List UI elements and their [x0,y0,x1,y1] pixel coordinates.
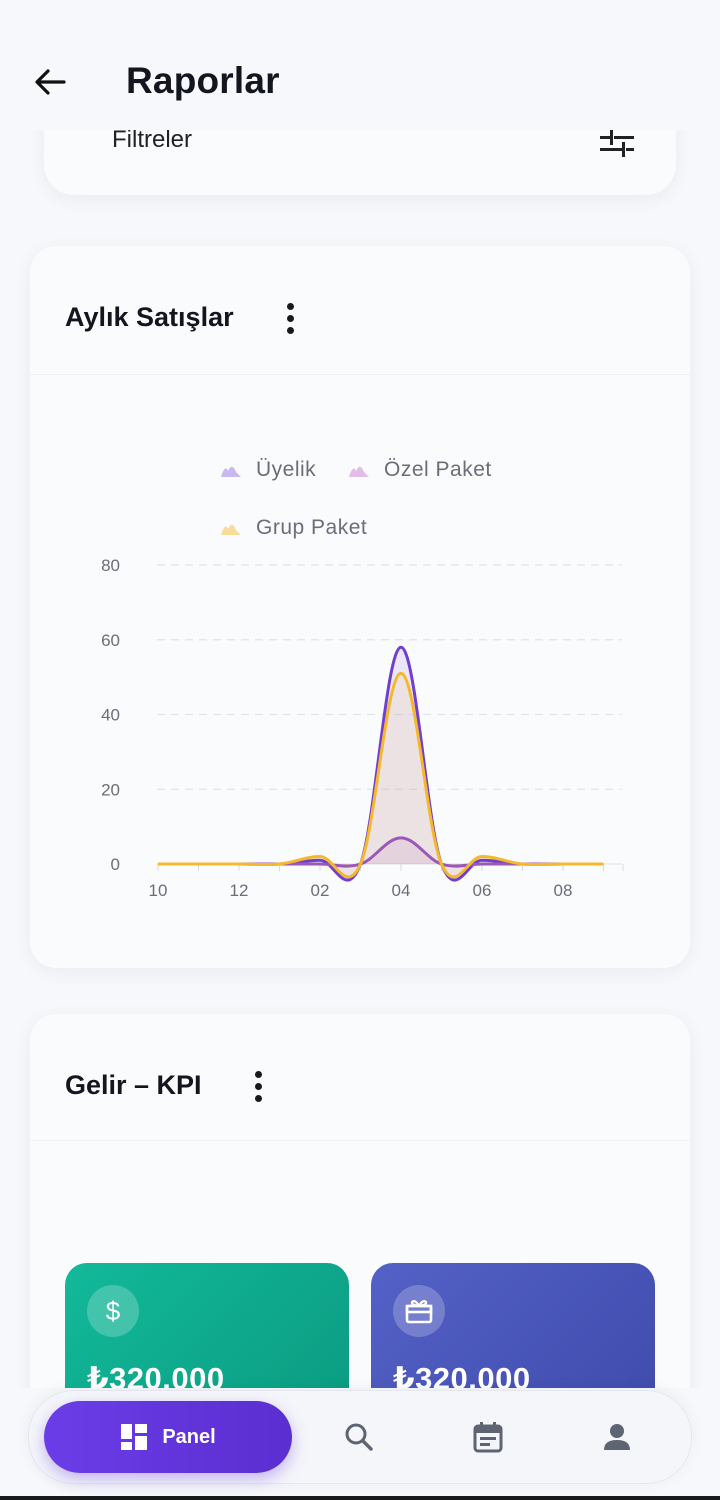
tune-icon[interactable] [600,130,634,163]
series-area [158,673,604,877]
calendar-icon[interactable] [460,1409,516,1465]
y-tick-label: 40 [101,706,120,725]
screen-edge [0,1496,720,1500]
person-icon[interactable] [589,1409,645,1465]
divider [30,1140,690,1141]
sales-area-chart: 0 20 40 60 80 10 12 02 04 06 08 [101,556,624,900]
x-tick-label: 08 [554,881,573,900]
nav-item-label: Panel [162,1425,216,1448]
nav-item-panel[interactable]: Panel [44,1401,292,1473]
y-tick-label: 80 [101,556,120,575]
more-vert-icon[interactable] [243,1066,273,1106]
package-icon [393,1285,445,1337]
x-tick-label: 02 [311,881,330,900]
x-tick-label: 04 [392,881,411,900]
x-tick-label: 10 [149,881,168,900]
y-tick-label: 20 [101,780,120,799]
app-bar: Raporlar [0,0,720,130]
dollar-icon: $ [87,1285,139,1337]
bottom-navigation: Panel [28,1390,692,1484]
dashboard-icon [121,1424,148,1450]
page-title: Raporlar [126,60,280,101]
scroll-area[interactable]: Filtreler Aylık Satışlar Üyelik Özel Pak… [0,0,720,1500]
monthly-sales-card: Aylık Satışlar Üyelik Özel Paket Grup Pa… [30,246,690,968]
x-tick-label: 06 [473,881,492,900]
filter-label: Filtreler [112,126,193,153]
y-tick-label: 60 [101,631,120,650]
y-tick-label: 0 [111,855,120,874]
svg-text:$: $ [106,1296,121,1326]
search-icon[interactable] [331,1409,387,1465]
arrow-left-icon[interactable] [30,62,70,102]
x-tick-label: 12 [230,881,249,900]
card-title: Gelir – KPI [65,1070,202,1100]
